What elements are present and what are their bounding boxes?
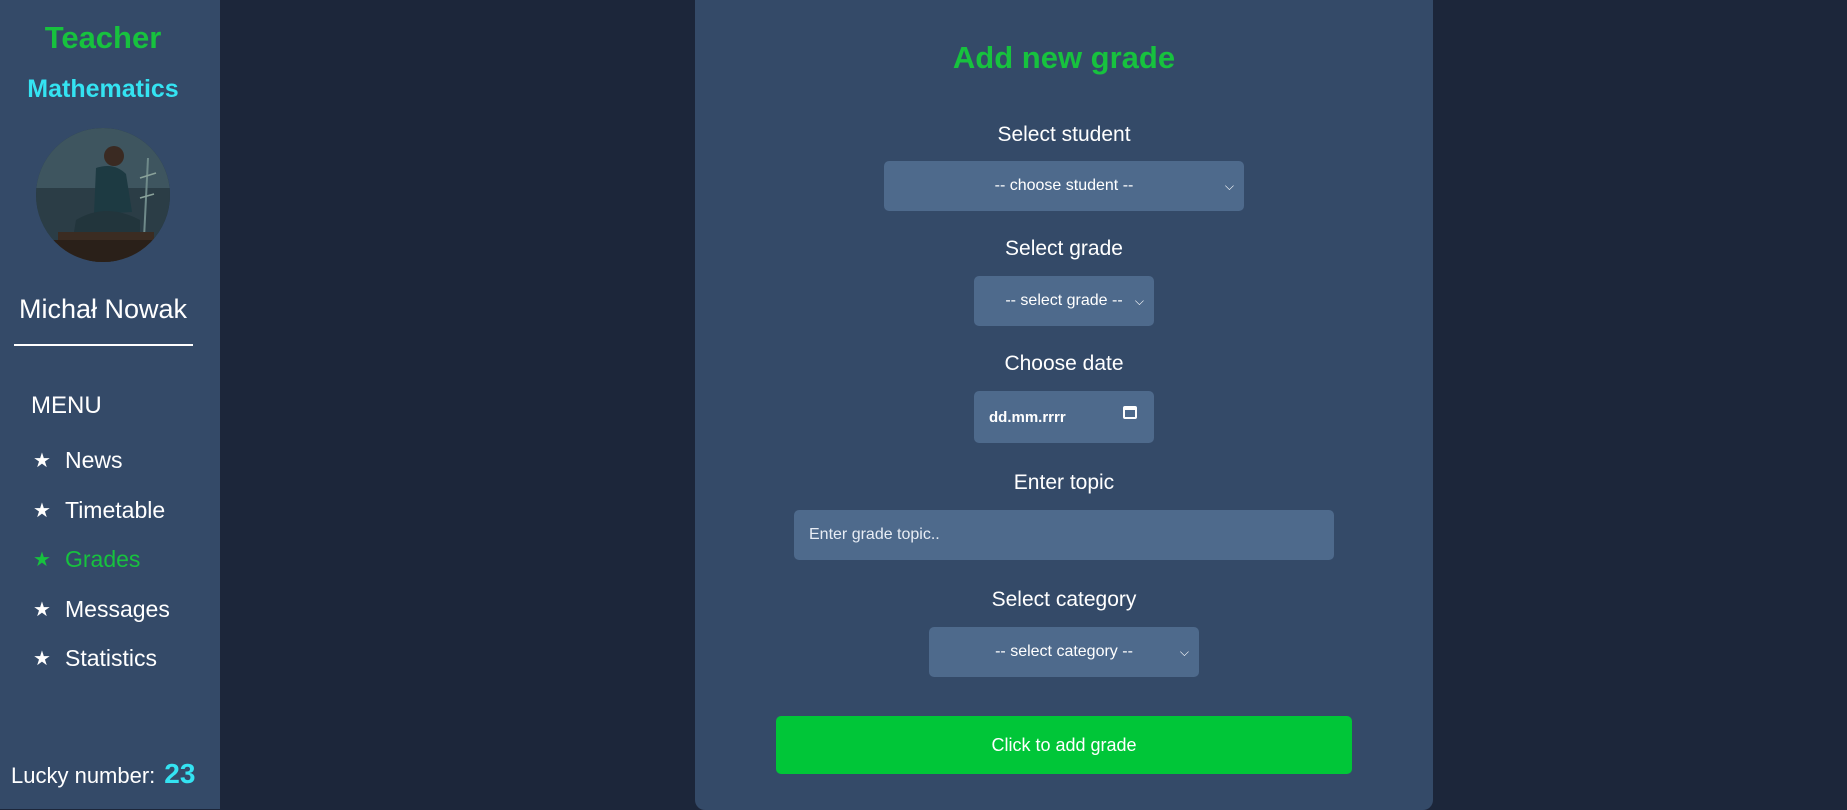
chevron-down-icon: ⌵ — [1179, 644, 1189, 659]
chevron-down-icon: ⌵ — [1224, 178, 1234, 193]
menu-item-label: Messages — [65, 595, 170, 622]
divider — [14, 344, 193, 346]
role-title: Teacher — [44, 20, 162, 55]
star-icon: ★ — [33, 450, 51, 473]
menu-item-news[interactable]: ★ News — [31, 436, 170, 486]
username: Michał Nowak — [18, 294, 188, 324]
avatar — [36, 128, 170, 262]
menu-heading: MENU — [31, 392, 102, 419]
sidebar: Teacher Mathematics Michał Nowak MENU ★ … — [0, 0, 220, 809]
add-grade-button[interactable]: Click to add grade — [776, 716, 1352, 774]
date-input[interactable]: dd.mm.rrrr — [974, 391, 1154, 443]
lucky-number-value: 23 — [164, 758, 196, 789]
subject-title: Mathematics — [27, 75, 179, 103]
grade-select-value: -- select grade -- — [1005, 292, 1123, 309]
menu-item-label: Statistics — [65, 645, 158, 672]
menu-list: ★ News ★ Timetable ★ Grades ★ Messages ★… — [31, 436, 170, 684]
date-input-placeholder: dd.mm.rrrr — [989, 408, 1066, 426]
menu-item-timetable[interactable]: ★ Timetable — [31, 486, 170, 536]
topic-input[interactable]: Enter grade topic.. — [794, 510, 1334, 560]
student-select-value: -- choose student -- — [994, 177, 1134, 194]
menu-item-label: Grades — [65, 546, 141, 573]
calendar-icon[interactable] — [1123, 406, 1137, 419]
grade-label: Select grade — [1005, 237, 1123, 260]
chevron-down-icon: ⌵ — [1134, 293, 1144, 308]
menu-item-statistics[interactable]: ★ Statistics — [31, 634, 170, 684]
star-icon: ★ — [33, 499, 51, 522]
student-label: Select student — [997, 123, 1131, 146]
lucky-number-label: Lucky number: — [11, 763, 156, 788]
category-select-value: -- select category -- — [995, 643, 1133, 660]
menu-item-label: Timetable — [65, 496, 166, 523]
page-title: Add new grade — [952, 40, 1176, 75]
topic-label: Enter topic — [1013, 471, 1115, 494]
star-icon: ★ — [33, 549, 51, 572]
topic-input-placeholder: Enter grade topic.. — [809, 526, 940, 543]
category-label: Select category — [991, 588, 1137, 611]
student-select[interactable]: -- choose student -- ⌵ — [884, 161, 1244, 211]
star-icon: ★ — [33, 648, 51, 671]
star-icon: ★ — [33, 598, 51, 621]
date-label: Choose date — [1004, 352, 1124, 375]
menu-item-grades[interactable]: ★ Grades — [31, 535, 170, 585]
add-grade-panel: Add new grade Select student -- choose s… — [695, 0, 1433, 810]
menu-item-messages[interactable]: ★ Messages — [31, 585, 170, 635]
menu-item-label: News — [65, 447, 123, 474]
grade-select[interactable]: -- select grade -- ⌵ — [974, 276, 1154, 326]
lucky-number: Lucky number: 23 — [11, 758, 195, 790]
category-select[interactable]: -- select category -- ⌵ — [929, 627, 1199, 677]
